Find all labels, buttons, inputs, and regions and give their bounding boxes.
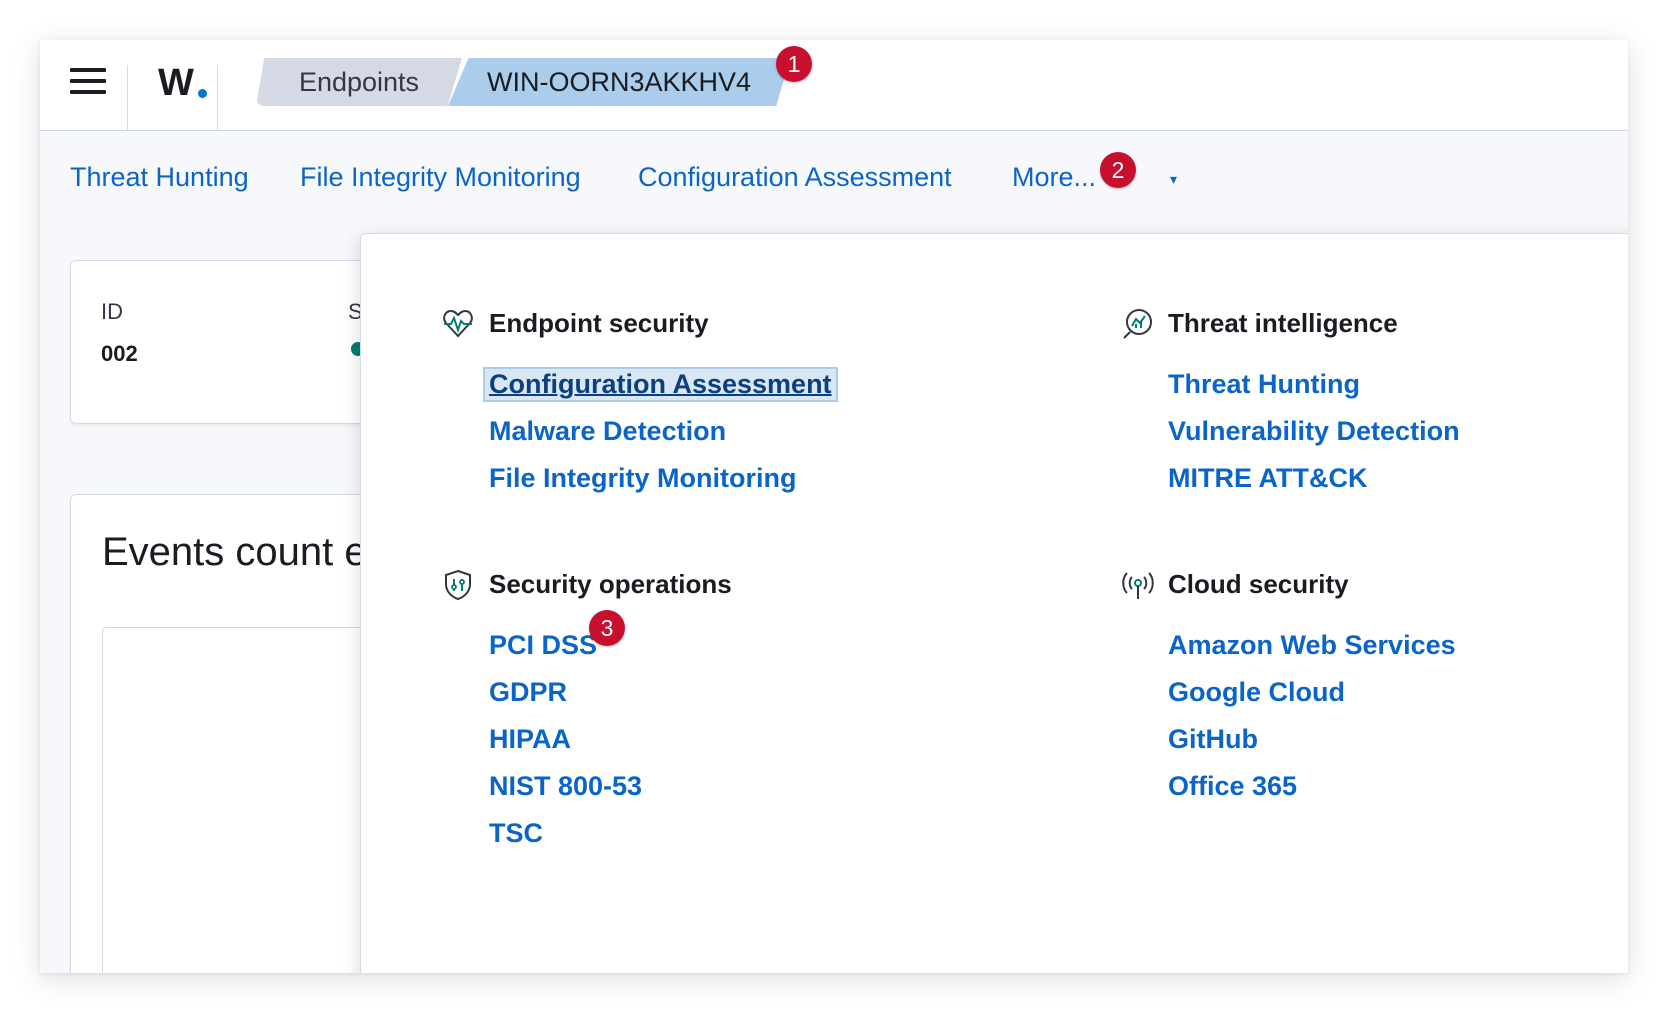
menu-link-file-integrity-monitoring[interactable]: File Integrity Monitoring xyxy=(489,463,796,494)
section-title-cloud-security: Cloud security xyxy=(1168,569,1349,599)
tab-more[interactable]: More... xyxy=(1012,162,1096,193)
more-menu-dropdown: Endpoint security Configuration Assessme… xyxy=(360,233,1628,973)
callout-badge-2: 2 xyxy=(1100,152,1136,188)
tab-file-integrity-monitoring[interactable]: File Integrity Monitoring xyxy=(300,162,581,193)
app-window: W Endpoints WIN-OORN3AKKHV4 1 Threat Hun… xyxy=(40,40,1628,973)
header-divider xyxy=(217,65,218,130)
shield-sliders-icon xyxy=(445,569,471,601)
agent-id-label: ID xyxy=(101,299,123,324)
section-title-endpoint-security: Endpoint security xyxy=(489,308,709,338)
menu-link-pci-dss[interactable]: PCI DSS xyxy=(489,630,597,661)
app-logo[interactable]: W xyxy=(158,62,194,105)
callout-badge-3: 3 xyxy=(589,610,625,646)
chevron-down-icon[interactable]: ▾ xyxy=(1170,171,1177,188)
menu-link-google-cloud[interactable]: Google Cloud xyxy=(1168,677,1345,708)
heartbeat-icon xyxy=(443,309,473,338)
menu-link-nist-800-53[interactable]: NIST 800-53 xyxy=(489,771,642,802)
broadcast-icon xyxy=(1122,572,1154,599)
hamburger-menu-icon[interactable] xyxy=(70,68,106,100)
logo-dot xyxy=(198,89,207,98)
menu-link-tsc[interactable]: TSC xyxy=(489,818,543,849)
menu-link-malware-detection[interactable]: Malware Detection xyxy=(489,416,726,447)
menu-link-amazon-web-services[interactable]: Amazon Web Services xyxy=(1168,630,1456,661)
tab-configuration-assessment[interactable]: Configuration Assessment xyxy=(638,162,952,193)
section-title-threat-intelligence: Threat intelligence xyxy=(1168,308,1398,338)
callout-badge-1: 1 xyxy=(776,46,812,82)
header-divider xyxy=(127,65,128,130)
breadcrumb-agent-name[interactable]: WIN-OORN3AKKHV4 xyxy=(448,58,790,106)
top-header: W Endpoints WIN-OORN3AKKHV4 1 xyxy=(40,40,1628,131)
tab-threat-hunting[interactable]: Threat Hunting xyxy=(70,162,249,193)
menu-link-vulnerability-detection[interactable]: Vulnerability Detection xyxy=(1168,416,1460,447)
menu-link-configuration-assessment[interactable]: Configuration Assessment xyxy=(483,367,838,402)
breadcrumb-endpoints[interactable]: Endpoints xyxy=(256,58,462,106)
menu-link-office-365[interactable]: Office 365 xyxy=(1168,771,1297,802)
menu-link-hipaa[interactable]: HIPAA xyxy=(489,724,571,755)
menu-link-gdpr[interactable]: GDPR xyxy=(489,677,567,708)
events-count-title: Events count ev xyxy=(102,530,387,574)
menu-link-github[interactable]: GitHub xyxy=(1168,724,1258,755)
menu-link-mitre-attack[interactable]: MITRE ATT&CK xyxy=(1168,463,1367,494)
agent-id-value: 002 xyxy=(101,341,138,366)
section-title-security-operations: Security operations xyxy=(489,569,732,599)
menu-link-threat-hunting[interactable]: Threat Hunting xyxy=(1168,369,1360,400)
radar-chart-icon xyxy=(1123,309,1152,339)
